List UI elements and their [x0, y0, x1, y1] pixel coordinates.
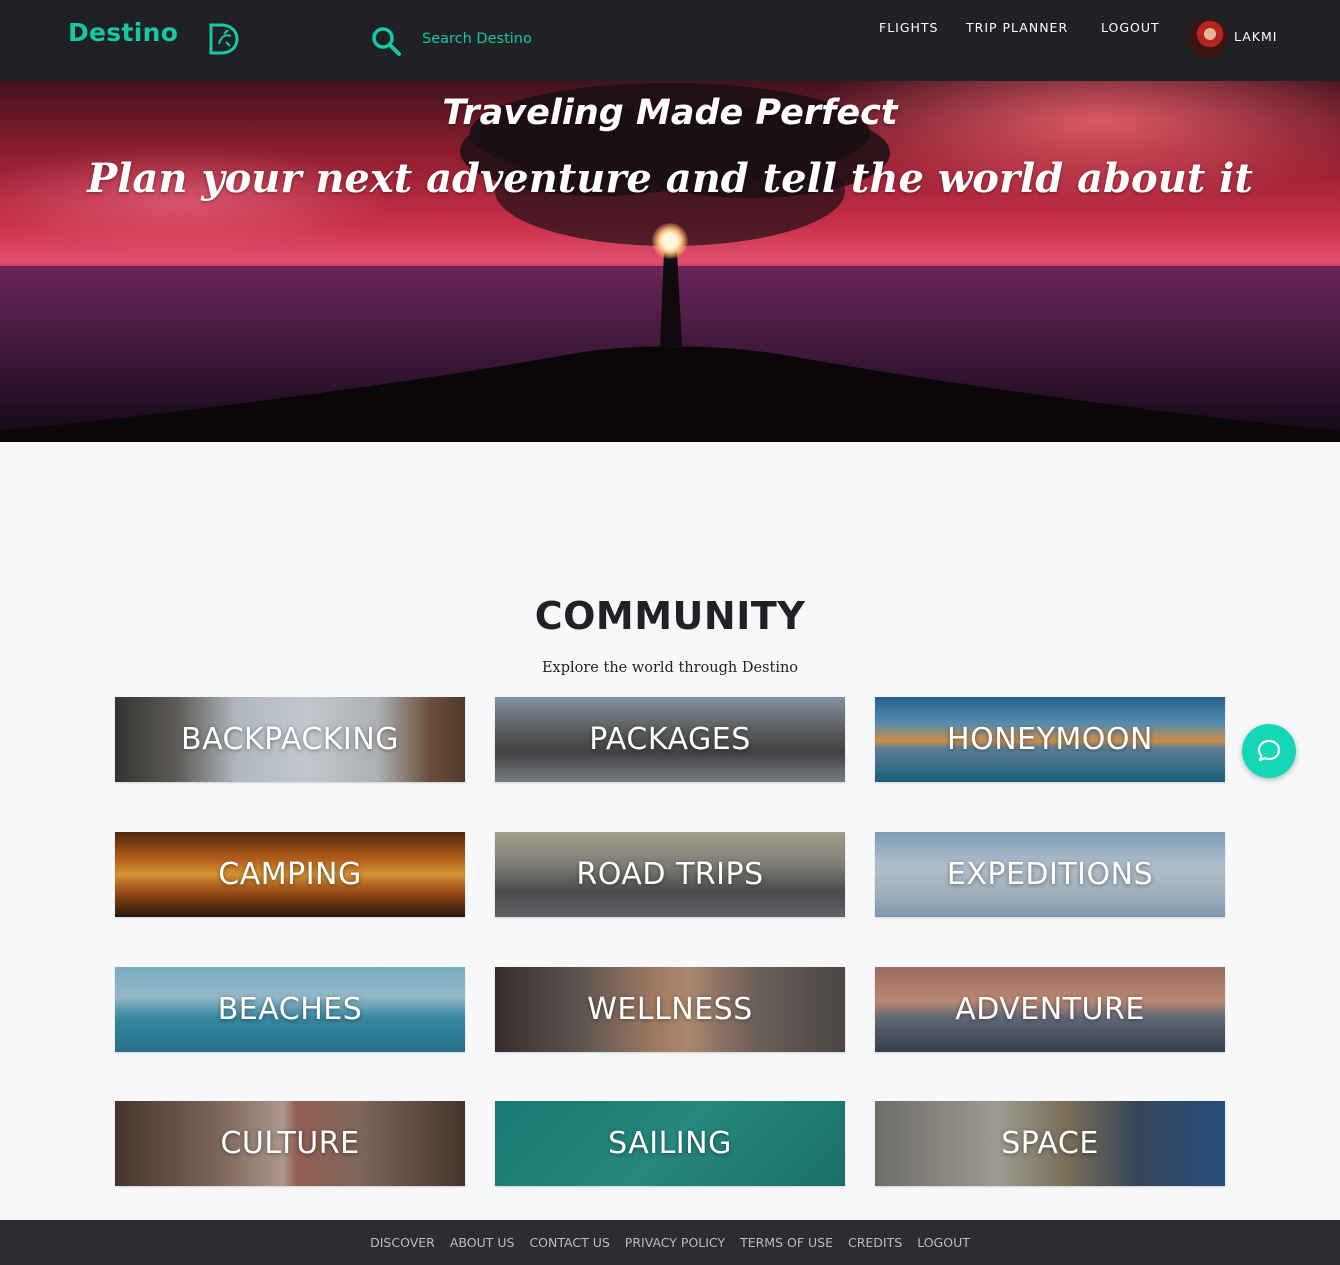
category-tile-beaches[interactable]: BEACHES	[115, 967, 465, 1052]
category-label: CULTURE	[220, 1126, 360, 1161]
category-label: EXPEDITIONS	[946, 857, 1154, 892]
nav-trip-planner-link[interactable]: TRIP PLANNER	[966, 20, 1068, 35]
search-input[interactable]	[414, 24, 674, 54]
community-title: COMMUNITY	[534, 594, 806, 638]
category-label: HONEYMOON	[947, 722, 1153, 757]
category-tile-camping[interactable]: CAMPING	[115, 832, 465, 917]
category-tile-honeymoon[interactable]: HONEYMOON	[875, 697, 1225, 782]
footer-link-credits[interactable]: CREDITS	[848, 1235, 902, 1250]
user-avatar[interactable]	[1188, 18, 1228, 58]
category-label: ADVENTURE	[955, 992, 1145, 1027]
category-tile-packages[interactable]: PACKAGES	[495, 697, 845, 782]
category-label: SPACE	[1001, 1126, 1099, 1161]
nav-logout-link[interactable]: LOGOUT	[1101, 20, 1160, 35]
category-tile-road-trips[interactable]: ROAD TRIPS	[495, 832, 845, 917]
footer: DISCOVER ABOUT US CONTACT US PRIVACY POL…	[0, 1220, 1340, 1265]
category-tile-culture[interactable]: CULTURE	[115, 1101, 465, 1186]
category-label: PACKAGES	[589, 722, 751, 757]
footer-link-contact-us[interactable]: CONTACT US	[529, 1235, 609, 1250]
category-tile-expeditions[interactable]: EXPEDITIONS	[875, 832, 1225, 917]
hero-tree-silhouette	[0, 83, 1340, 442]
chat-bubble-icon	[1257, 739, 1281, 762]
category-label: SAILING	[608, 1126, 732, 1161]
brand-name[interactable]: Destino	[68, 18, 178, 47]
category-tile-sailing[interactable]: SAILING	[495, 1101, 845, 1186]
nav-flights-link[interactable]: FLIGHTS	[879, 20, 939, 35]
user-name[interactable]: LAKMI	[1234, 29, 1277, 44]
footer-link-terms-of-use[interactable]: TERMS OF USE	[740, 1235, 833, 1250]
hero-subtitle: Plan your next adventure and tell the wo…	[87, 155, 1253, 202]
top-navbar: Destino FLIGHTS TRIP PLANNER LOGOUT LAKM…	[0, 0, 1340, 81]
category-tile-space[interactable]: SPACE	[875, 1101, 1225, 1186]
footer-link-privacy-policy[interactable]: PRIVACY POLICY	[625, 1235, 725, 1250]
category-label: BEACHES	[217, 992, 363, 1027]
community-subtitle: Explore the world through Destino	[541, 660, 799, 676]
category-tile-wellness[interactable]: WELLNESS	[495, 967, 845, 1052]
hero-title: Traveling Made Perfect	[442, 93, 898, 133]
hero-sun	[652, 223, 688, 259]
category-tile-adventure[interactable]: ADVENTURE	[875, 967, 1225, 1052]
chat-button[interactable]	[1242, 724, 1296, 778]
search-icon[interactable]	[370, 25, 402, 57]
footer-link-discover[interactable]: DISCOVER	[370, 1235, 435, 1250]
category-label: CAMPING	[218, 857, 362, 892]
destino-d-logo-icon[interactable]	[206, 22, 240, 56]
category-label: BACKPACKING	[180, 722, 400, 757]
footer-link-about-us[interactable]: ABOUT US	[450, 1235, 515, 1250]
category-label: WELLNESS	[587, 992, 753, 1027]
hero-banner: Traveling Made Perfect Plan your next ad…	[0, 81, 1340, 442]
category-tile-backpacking[interactable]: BACKPACKING	[115, 697, 465, 782]
footer-link-logout[interactable]: LOGOUT	[917, 1235, 970, 1250]
category-label: ROAD TRIPS	[576, 857, 764, 892]
